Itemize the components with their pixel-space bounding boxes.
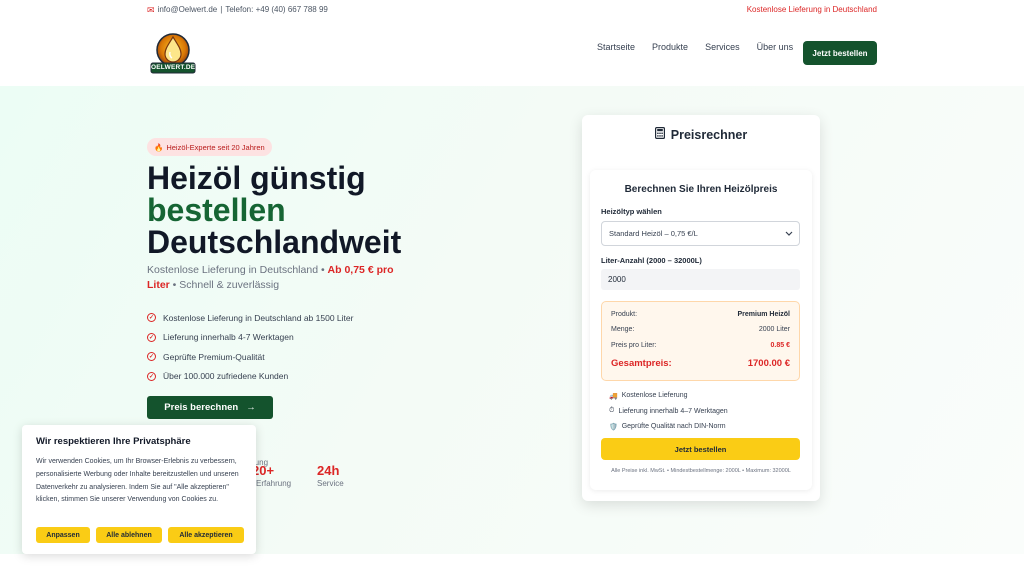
stat-number: 24h: [317, 463, 340, 478]
calculator-heading: Berechnen Sie Ihren Heizölpreis: [624, 184, 778, 195]
feature-item: ✓ Über 100.000 zufriedene Kunden: [147, 367, 353, 387]
benefit-item: 🚚 Kostenlose Lieferung: [609, 388, 728, 404]
price-summary: Produkt: Premium Heizöl Menge: 2000 Lite…: [601, 301, 800, 381]
benefit-text: Kostenlose Lieferung: [621, 392, 688, 400]
subtitle-delivery: Kostenlose Lieferung in Deutschland: [147, 264, 319, 276]
stat-item: 20+ Erfahrung: [252, 463, 291, 488]
price-footnote: Alle Preise inkl. MwSt. • Mindestbestell…: [611, 468, 791, 474]
shield-icon: 🛡️: [609, 423, 618, 431]
arrow-right-icon: →: [246, 402, 256, 413]
hero-subtitle: Kostenlose Lieferung in Deutschland • Ab…: [147, 263, 407, 293]
logo-text: OELWERT.DE: [151, 64, 196, 71]
badge-label: Heizöl-Experte seit 20 Jahren: [166, 142, 265, 152]
calculator-title: Preisrechner: [582, 127, 820, 142]
hero-title-line1: Heizöl günstig: [147, 160, 366, 196]
summary-row-total: Gesamtpreis: 1700.00 €: [611, 358, 790, 369]
calculate-price-label: Preis berechnen: [164, 402, 239, 413]
calculator-form: Berechnen Sie Ihren Heizölpreis Heizölty…: [590, 170, 812, 490]
oil-type-label: Heizöltyp wählen: [601, 207, 662, 216]
cookie-accept-all-button[interactable]: Alle akzeptieren: [168, 527, 244, 543]
feature-list: ✓ Kostenlose Lieferung in Deutschland ab…: [147, 308, 353, 386]
benefit-text: Geprüfte Qualität nach DIN-Norm: [621, 423, 726, 431]
feature-item: ✓ Lieferung innerhalb 4-7 Werktagen: [147, 328, 353, 348]
contact-info: ✉ info@Oelwert.de | Telefon: +49 (40) 66…: [147, 5, 328, 14]
benefit-item: ⏱ Lieferung innerhalb 4–7 Werktagen: [609, 404, 728, 420]
check-circle-icon: ✓: [147, 313, 156, 323]
site-header: OELWERT.DE Startseite Produkte Services …: [0, 20, 1024, 86]
check-circle-icon: ✓: [147, 352, 156, 362]
summary-row-quantity: Menge: 2000 Liter: [611, 326, 790, 333]
cookie-actions: Anpassen Alle ablehnen Alle akzeptieren: [36, 527, 244, 543]
cookie-customize-button[interactable]: Anpassen: [36, 527, 90, 543]
liter-amount-label: Liter-Anzahl (2000 – 32000L): [601, 256, 702, 265]
main-nav: Startseite Produkte Services Über uns: [597, 42, 793, 52]
stat-label: Erfahrung: [256, 479, 292, 488]
price-calculator-card: Preisrechner Berechnen Sie Ihren Heizölp…: [582, 115, 820, 501]
hero-title: Heizöl günstig bestellen Deutschlandweit: [147, 162, 401, 258]
mail-icon: ✉: [147, 4, 155, 15]
nav-item-startseite[interactable]: Startseite: [597, 42, 635, 52]
summary-label: Preis pro Liter:: [611, 342, 657, 349]
nav-item-produkte[interactable]: Produkte: [652, 42, 688, 52]
feature-text: Geprüfte Premium-Qualität: [163, 351, 265, 362]
oelwert-logo[interactable]: OELWERT.DE: [150, 32, 196, 76]
summary-label: Produkt:: [611, 311, 638, 318]
summary-row-product: Produkt: Premium Heizöl: [611, 311, 790, 318]
subtitle-speed: Schnell & zuverlässig: [179, 279, 280, 291]
total-label: Gesamtpreis:: [611, 358, 672, 369]
calculate-price-button[interactable]: Preis berechnen →: [147, 396, 273, 419]
cookie-banner: Wir respektieren Ihre Privatsphäre Wir v…: [22, 425, 256, 554]
stat-item: 24h Service: [317, 463, 344, 488]
summary-value: Premium Heizöl: [737, 311, 790, 318]
liter-amount-input[interactable]: 2000: [601, 269, 800, 290]
contact-phone[interactable]: Telefon: +49 (40) 667 788 99: [225, 5, 328, 14]
header-order-button[interactable]: Jetzt bestellen: [803, 41, 877, 65]
calculator-title-text: Preisrechner: [670, 127, 748, 142]
hero-title-line3: Deutschlandweit: [147, 224, 402, 260]
oil-type-value: Standard Heizöl – 0,75 €/L: [609, 229, 698, 238]
feature-text: Über 100.000 zufriedene Kunden: [163, 371, 289, 382]
nav-item-services[interactable]: Services: [705, 42, 740, 52]
summary-label: Menge:: [611, 326, 635, 333]
stat-number: 20+: [252, 463, 275, 478]
truck-icon: 🚚: [609, 392, 618, 400]
fire-icon: 🔥: [154, 142, 164, 152]
subtitle-separator: •: [169, 279, 180, 291]
contact-separator: |: [220, 5, 223, 14]
benefit-text: Lieferung innerhalb 4–7 Werktagen: [618, 407, 728, 415]
check-circle-icon: ✓: [147, 332, 156, 342]
top-bar: ✉ info@Oelwert.de | Telefon: +49 (40) 66…: [0, 0, 1024, 20]
feature-text: Lieferung innerhalb 4-7 Werktagen: [163, 332, 294, 343]
total-value: 1700.00 €: [747, 358, 790, 369]
experience-badge: 🔥 Heizöl-Experte seit 20 Jahren: [147, 138, 272, 156]
feature-text: Kostenlose Lieferung in Deutschland ab 1…: [163, 312, 354, 323]
oil-type-select[interactable]: Standard Heizöl – 0,75 €/L: [601, 221, 800, 246]
calculator-order-button[interactable]: Jetzt bestellen: [601, 438, 800, 460]
feature-item: ✓ Geprüfte Premium-Qualität: [147, 347, 353, 367]
free-delivery-notice: Kostenlose Lieferung in Deutschland: [746, 5, 877, 14]
feature-item: ✓ Kostenlose Lieferung in Deutschland ab…: [147, 308, 353, 328]
nav-item-ueber-uns[interactable]: Über uns: [757, 42, 794, 52]
cookie-title: Wir respektieren Ihre Privatsphäre: [36, 436, 191, 447]
chevron-down-icon: [785, 229, 793, 238]
benefit-list: 🚚 Kostenlose Lieferung ⏱ Lieferung inner…: [609, 388, 728, 435]
stat-label: Service: [317, 479, 344, 488]
cookie-reject-all-button[interactable]: Alle ablehnen: [96, 527, 162, 543]
summary-value: 2000 Liter: [758, 326, 790, 333]
timer-icon: ⏱: [609, 407, 615, 415]
hero-title-line2: bestellen: [147, 192, 286, 228]
summary-value: 0.85 €: [770, 342, 790, 349]
benefit-item: 🛡️ Geprüfte Qualität nach DIN-Norm: [609, 419, 728, 435]
summary-row-price-per-liter: Preis pro Liter: 0.85 €: [611, 342, 790, 349]
calculator-icon: [654, 127, 665, 142]
cookie-text: Wir verwenden Cookies, um Ihr Browser-Er…: [36, 458, 239, 504]
contact-email[interactable]: info@Oelwert.de: [158, 5, 218, 14]
check-circle-icon: ✓: [147, 371, 156, 381]
subtitle-separator: •: [318, 264, 328, 276]
